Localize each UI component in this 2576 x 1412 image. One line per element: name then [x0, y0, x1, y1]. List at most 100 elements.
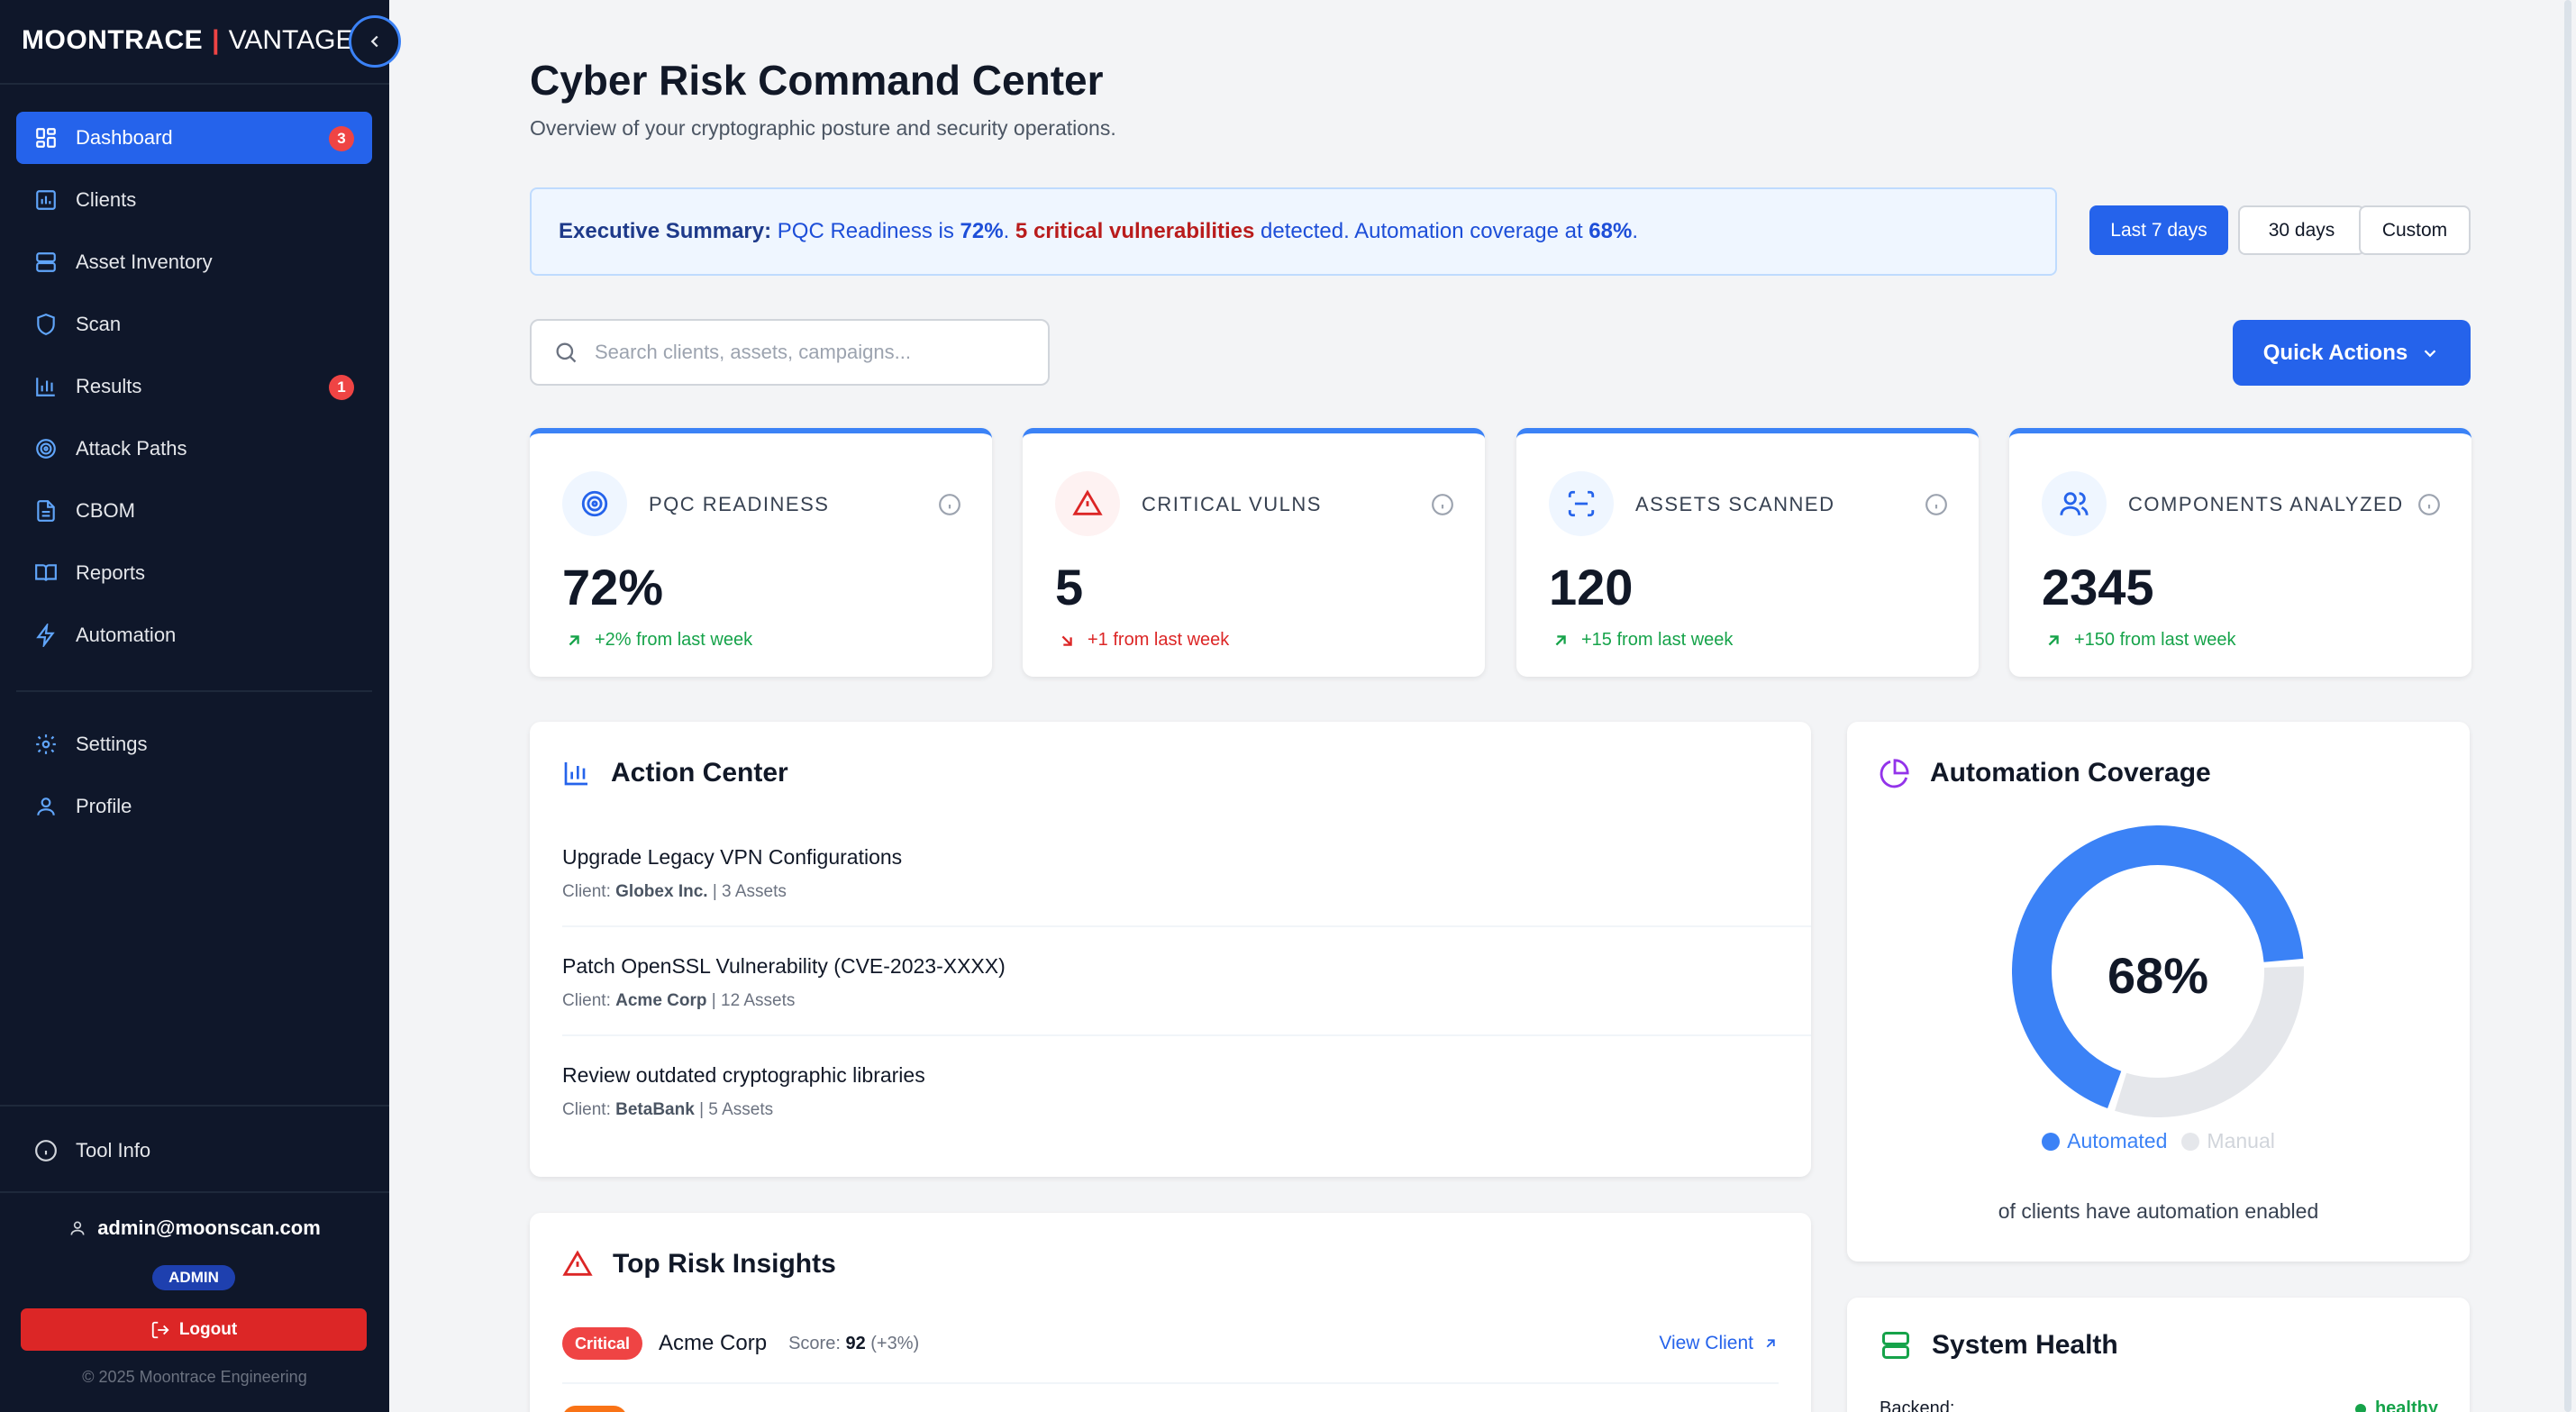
- summary-text: PQC Readiness is: [777, 219, 954, 243]
- client-name: BetaBank: [615, 1100, 695, 1119]
- system-health-row: Backend: healthy: [1880, 1398, 2438, 1412]
- divider: [562, 1382, 1779, 1384]
- sidebar-item-label: Reports: [76, 561, 146, 584]
- kpi-label: PQC READINESS: [649, 493, 830, 515]
- info-icon[interactable]: [1925, 493, 1948, 516]
- link-label: View Client: [1659, 1333, 1753, 1353]
- sidebar-item-results[interactable]: Results 1: [16, 360, 372, 413]
- kpi-value: 72%: [562, 559, 664, 615]
- donut-center-value: 68%: [2107, 947, 2208, 1004]
- page-scrollbar[interactable]: [2561, 0, 2576, 1412]
- client-name: Globex Inc.: [615, 882, 708, 901]
- arrow-up-right-icon: [564, 631, 584, 651]
- panel-title-text: System Health: [1932, 1330, 2118, 1360]
- sidebar-item-clients[interactable]: Clients: [16, 174, 372, 226]
- sidebar-item-cbom[interactable]: CBOM: [16, 485, 372, 537]
- summary-text: .: [1632, 219, 1639, 243]
- warning-icon: [1055, 471, 1120, 536]
- sidebar-item-attack-paths[interactable]: Attack Paths: [16, 423, 372, 475]
- kpi-card-assets-scanned: ASSETS SCANNED 120 +15 from last week: [1516, 428, 1979, 677]
- kpi-card-components-analyzed: COMPONENTS ANALYZED 2345 +150 from last …: [2009, 428, 2471, 677]
- legend-swatch: [2181, 1132, 2200, 1151]
- client-name: Acme Corp: [615, 991, 707, 1010]
- system-health-panel: System Health Backend: healthy: [1847, 1298, 2470, 1412]
- range-last-7-days-button[interactable]: Last 7 days: [2089, 205, 2228, 255]
- user-email-text: admin@moonscan.com: [97, 1216, 321, 1239]
- info-icon[interactable]: [938, 493, 961, 516]
- action-item-title: Review outdated cryptographic libraries: [562, 1063, 925, 1087]
- user-icon: [32, 793, 59, 820]
- sidebar-item-label: Scan: [76, 313, 122, 335]
- gear-icon: [32, 731, 59, 758]
- sidebar-item-tool-info[interactable]: Tool Info: [16, 1125, 372, 1177]
- automation-coverage-panel: Automation Coverage 68% Automated Manual…: [1847, 722, 2470, 1262]
- info-icon[interactable]: [1431, 493, 1454, 516]
- view-client-link[interactable]: View Client: [1659, 1333, 1779, 1354]
- sidebar-item-label: Dashboard: [76, 126, 173, 149]
- automation-coverage-title: Automation Coverage: [1880, 758, 2211, 788]
- book-icon: [32, 560, 59, 587]
- kpi-delta-text: +2% from last week: [595, 630, 753, 650]
- sidebar-item-reports[interactable]: Reports: [16, 547, 372, 599]
- info-icon: [32, 1137, 59, 1164]
- kpi-value: 5: [1055, 559, 1084, 615]
- tool-info-nav: Tool Info: [16, 1125, 372, 1187]
- kpi-card-pqc-readiness: PQC READINESS 72% +2% from last week: [530, 428, 992, 677]
- client-label: Client:: [562, 1100, 611, 1119]
- kpi-delta-text: +15 from last week: [1581, 630, 1734, 650]
- user-icon: [68, 1219, 86, 1237]
- donut-legend: Automated Manual: [1847, 1129, 2470, 1153]
- server-icon: [32, 249, 59, 276]
- sidebar-item-profile[interactable]: Profile: [16, 780, 372, 833]
- legend-item-manual[interactable]: Manual: [2181, 1129, 2275, 1153]
- panel-title-text: Top Risk Insights: [613, 1249, 836, 1279]
- top-risk-title: Top Risk Insights: [562, 1249, 836, 1280]
- risk-row[interactable]: Critical Acme Corp Score: 92 (+3%) View …: [562, 1327, 1779, 1360]
- page-subtitle: Overview of your cryptographic posture a…: [530, 116, 1116, 140]
- sidebar-item-asset-inventory[interactable]: Asset Inventory: [16, 236, 372, 288]
- user-email: admin@moonscan.com: [0, 1216, 389, 1240]
- action-center-title: Action Center: [562, 758, 788, 788]
- notification-badge: 1: [329, 375, 354, 400]
- sidebar-item-label: CBOM: [76, 499, 135, 522]
- chart-panel-icon: [32, 187, 59, 214]
- kpi-delta: +15 from last week: [1551, 630, 1733, 651]
- document-icon: [32, 497, 59, 524]
- search-box[interactable]: [530, 319, 1050, 386]
- kpi-delta-text: +1 from last week: [1088, 630, 1230, 650]
- severity-badge: [562, 1406, 627, 1412]
- kpi-delta: +1 from last week: [1057, 630, 1229, 651]
- logout-icon: [150, 1320, 170, 1340]
- sidebar-item-label: Settings: [76, 733, 148, 755]
- brand-divider: [0, 83, 389, 85]
- action-item[interactable]: Patch OpenSSL Vulnerability (CVE-2023-XX…: [562, 954, 1811, 1011]
- scrollbar-thumb[interactable]: [2564, 0, 2571, 1412]
- chevron-down-icon: [2420, 343, 2440, 363]
- divider: [562, 925, 1811, 927]
- sidebar-item-automation[interactable]: Automation: [16, 609, 372, 661]
- panel-title-text: Automation Coverage: [1930, 758, 2211, 788]
- score-label: Score:: [788, 1333, 841, 1353]
- legend-item-automated[interactable]: Automated: [2042, 1129, 2167, 1153]
- collapse-sidebar-button[interactable]: [349, 15, 401, 68]
- sidebar-item-dashboard[interactable]: Dashboard 3: [16, 112, 372, 164]
- info-icon[interactable]: [2417, 493, 2441, 516]
- action-item[interactable]: Review outdated cryptographic libraries …: [562, 1063, 1811, 1120]
- status-dot: [2354, 1403, 2366, 1412]
- kpi-value: 2345: [2042, 559, 2154, 615]
- action-item[interactable]: Upgrade Legacy VPN Configurations Client…: [562, 845, 1811, 902]
- range-custom-button[interactable]: Custom: [2359, 205, 2471, 255]
- action-item-meta: Client: BetaBank | 5 Assets: [562, 1100, 1811, 1120]
- quick-actions-button[interactable]: Quick Actions: [2233, 320, 2471, 386]
- lightning-icon: [32, 622, 59, 649]
- coverage-note: of clients have automation enabled: [1998, 1199, 2319, 1223]
- brand-logo[interactable]: MOONTRACE | VANTAGE: [22, 25, 353, 56]
- sidebar-item-settings[interactable]: Settings: [16, 718, 372, 770]
- pie-chart-icon: [1880, 758, 1910, 788]
- legend-label: Automated: [2067, 1129, 2168, 1152]
- range-30-days-button[interactable]: 30 days: [2238, 205, 2365, 255]
- sidebar-item-scan[interactable]: Scan: [16, 298, 372, 351]
- logout-button[interactable]: Logout: [21, 1308, 367, 1351]
- search-input[interactable]: [595, 341, 1027, 364]
- top-risk-panel: Top Risk Insights Critical Acme Corp Sco…: [530, 1213, 1811, 1412]
